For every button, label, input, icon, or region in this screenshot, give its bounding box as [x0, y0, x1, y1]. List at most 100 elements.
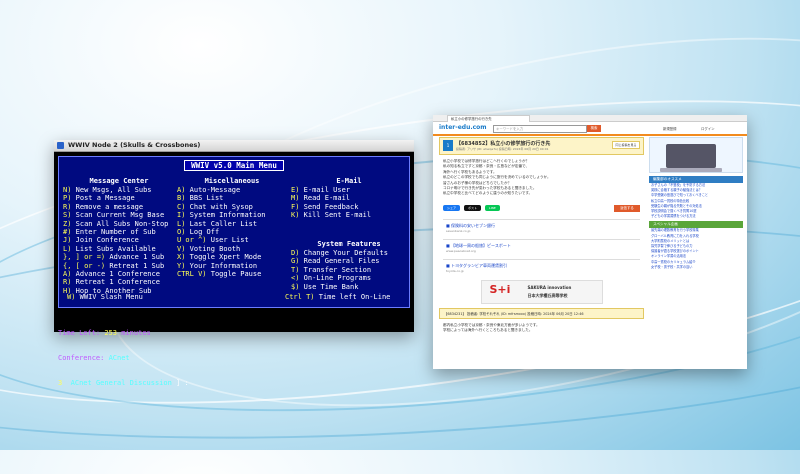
question-number: 1 — [443, 140, 453, 151]
menu-item[interactable]: Z) Scan All Subs Non-Stop — [63, 220, 175, 228]
search-input[interactable]: キーワードを入力 — [493, 125, 587, 133]
share-button[interactable]: シェア — [443, 205, 461, 212]
menu-item[interactable]: #) Enter Number of Sub — [63, 228, 175, 236]
terminal-screen[interactable]: WWIV v5.0 Main Menu Message Center N) Ne… — [54, 152, 414, 387]
menu-item[interactable]: R) Remove a message — [63, 203, 175, 211]
menu-item[interactable]: S) Scan Current Msg Base — [63, 211, 175, 219]
share-bar: シェア ポスト LINE 返信する — [439, 201, 644, 216]
menu-item[interactable]: M) Read E-mail — [291, 194, 407, 202]
message-center-column: Message Center N) New Msgs, All Subs P) P… — [63, 177, 175, 295]
terminal-window[interactable]: WWIV Node 2 (Skulls & Crossbones) WWIV v… — [54, 140, 414, 387]
sidebar: 編集部のオススメ お子さんの「不登校」を予防する方法 英検に合格する親子の勉強法と… — [649, 137, 743, 367]
menu-item[interactable]: U or ^) User List — [177, 236, 287, 244]
menu-label: Last Caller List — [185, 219, 258, 228]
menu-item[interactable]: P) Post a Message — [63, 194, 175, 202]
menu-item[interactable]: A) Auto-Message — [177, 186, 287, 194]
question-header: 1 【6834852】私立小の修学旅行の行き先 投稿者: アリサ (ID: eh… — [439, 137, 644, 155]
search-button[interactable]: 検索 — [587, 125, 601, 132]
ad-source: toyota.co.jp — [446, 268, 464, 273]
menu-item[interactable]: <) On-Line Programs — [291, 274, 407, 282]
column-heading: Miscellaneous — [204, 177, 260, 185]
menu-label: User List — [206, 236, 249, 245]
menu-label: Your Information — [185, 261, 258, 270]
menu-key: {, [ or -) — [63, 261, 106, 270]
time-left-value: 253 — [104, 328, 118, 337]
command-prompt[interactable]: ] : — [176, 379, 189, 387]
menu-item[interactable]: {, [ or -) Retreat 1 Sub — [63, 262, 175, 270]
menu-item[interactable]: L) List Subs Available — [63, 245, 175, 253]
menu-item[interactable]: A) Advance 1 Conference — [63, 270, 175, 278]
column-heading: Message Center — [89, 177, 149, 185]
menu-key: }, ] or =) — [63, 253, 106, 262]
reply-header: 【6834231】 投稿者: 学校それぞれ (ID: mfrsmxxx) 投稿日… — [439, 307, 644, 319]
menu-label: Advance 1 Conference — [71, 270, 160, 279]
menu-item[interactable]: V) Voting Booth — [177, 245, 287, 253]
message-center-list: N) New Msgs, All Subs P) Post a Message R)… — [63, 186, 175, 295]
ad-list: ■ 保険料の安いセブン銀行 sevenbank.co.jp ■ 【地球一周の船旅】ピ… — [439, 218, 644, 276]
menu-label: Retreat 1 Sub — [105, 261, 165, 270]
login-link[interactable]: ログイン — [701, 126, 715, 131]
menu-item[interactable]: C) Chat with Sysop — [177, 203, 287, 211]
post-button[interactable]: ポスト — [464, 205, 482, 212]
ad-item[interactable]: ■ 【地球一周の船旅】ピースボート www.peaceboat.org — [443, 238, 640, 256]
menu-key: U or ^) — [177, 236, 207, 245]
menu-item[interactable]: K) Kill Sent E-mail — [291, 211, 407, 219]
browser-window[interactable]: 私立小の修学旅行の行き先 inter-edu.com キーワードを入力 検索 新… — [433, 115, 747, 369]
browser-tab[interactable]: 私立小の修学旅行の行き先 — [447, 115, 530, 122]
menu-item[interactable]: F) Send Feedback — [291, 203, 407, 211]
menu-item[interactable]: I) System Information — [177, 211, 287, 219]
system-features-list: D) Change Your Defaults G) Read General F… — [291, 249, 407, 291]
browser-tabstrip: 私立小の修学旅行の行き先 — [433, 115, 747, 122]
menu-item[interactable]: $) Use Time Bank — [291, 283, 407, 291]
menu-label: Advance 1 Sub — [105, 253, 165, 262]
menu-item[interactable]: D) Change Your Defaults — [291, 249, 407, 257]
menu-item[interactable]: G) Read General Files — [291, 257, 407, 265]
time-left-item[interactable]: Ctrl T) Time left On-Line — [285, 293, 390, 301]
body-line: 学校によっては海外へ行くところもあると聞きました。 — [443, 328, 533, 333]
column-heading: System Features — [317, 240, 381, 248]
main-menu-box: WWIV v5.0 Main Menu Message Center N) Ne… — [58, 156, 410, 308]
reply-button[interactable]: 返信する — [614, 204, 640, 212]
email-list: E) E-mail User M) Read E-mail F) Send Feed… — [291, 186, 407, 220]
miscellaneous-column: Miscellaneous A) Auto-Message B) BBS List… — [177, 177, 287, 278]
menu-label: Kill Sent E-mail — [299, 211, 372, 220]
menu-item[interactable]: X) Toggle Xpert Mode — [177, 253, 287, 261]
menu-item[interactable]: Y) Your Information — [177, 262, 287, 270]
time-left-unit: minutes — [121, 328, 151, 337]
sidebar-promo[interactable] — [649, 137, 743, 173]
menu-item[interactable]: B) BBS List — [177, 194, 287, 202]
menu-label: Toggle Pause — [206, 270, 262, 279]
line-button[interactable]: LINE — [485, 205, 500, 212]
register-link[interactable]: 新規登録 — [663, 126, 677, 131]
menu-item[interactable]: O) Log Off — [177, 228, 287, 236]
slash-menu-item[interactable]: W) WWIV Slash Menu — [67, 293, 143, 301]
menu-label: List Subs Available — [71, 244, 156, 253]
banner-line: SAKURA innovation — [527, 284, 572, 290]
menu-item[interactable]: L) Last Caller List — [177, 220, 287, 228]
conference-label: Conference: — [58, 354, 105, 363]
ad-item[interactable]: ■ トヨタグランビア車両運賃割引 toyota.co.jp — [443, 258, 640, 276]
reply-body: 都内私立小学校では京都・奈良や東北方面が多いようです。 学校によっては海外へ行くと… — [439, 319, 644, 338]
sidebar-link[interactable]: 女子校・男子校・共学の違い — [649, 265, 743, 270]
question-meta: 投稿者: アリサ (ID: ehwqe7s) 投稿日時: 2024年 06月 2… — [456, 147, 549, 151]
same-poster-button[interactable]: 同じ投稿を見る — [612, 141, 640, 149]
menu-label: Use Time Bank — [299, 282, 359, 291]
menu-item[interactable]: T) Transfer Section — [291, 266, 407, 274]
menu-label: Remove a message — [71, 202, 144, 211]
system-features-column: System Features D) Change Your Defaults G… — [291, 240, 407, 291]
site-logo[interactable]: inter-edu.com — [439, 124, 487, 131]
sidebar-link[interactable]: 子どもの学習習慣をつける方法 — [649, 214, 743, 219]
menu-item[interactable]: R) Retreat 1 Conference — [63, 278, 175, 286]
menu-item[interactable]: N) New Msgs, All Subs — [63, 186, 175, 194]
miscellaneous-list: A) Auto-Message B) BBS List C) Chat with S… — [177, 186, 287, 278]
ad-item[interactable]: ■ 保険料の安いセブン銀行 sevenbank.co.jp — [443, 218, 640, 236]
terminal-titlebar[interactable]: WWIV Node 2 (Skulls & Crossbones) — [54, 140, 414, 152]
menu-item[interactable]: CTRL V) Toggle Pause — [177, 270, 287, 278]
reply-title: 【6834231】 投稿者: 学校それぞれ (ID: mfrsmxxx) 投稿日… — [444, 311, 584, 316]
school-banner-ad[interactable]: S+i SAKURA innovation 日本大学櫻丘高等学校 — [480, 279, 603, 304]
menu-item[interactable]: E) E-mail User — [291, 186, 407, 194]
menu-item[interactable]: }, ] or =) Advance 1 Sub — [63, 253, 175, 261]
terminal-app-icon — [57, 142, 64, 149]
menu-item[interactable]: J) Join Conference — [63, 236, 175, 244]
banner-logo: S+i — [489, 282, 511, 296]
